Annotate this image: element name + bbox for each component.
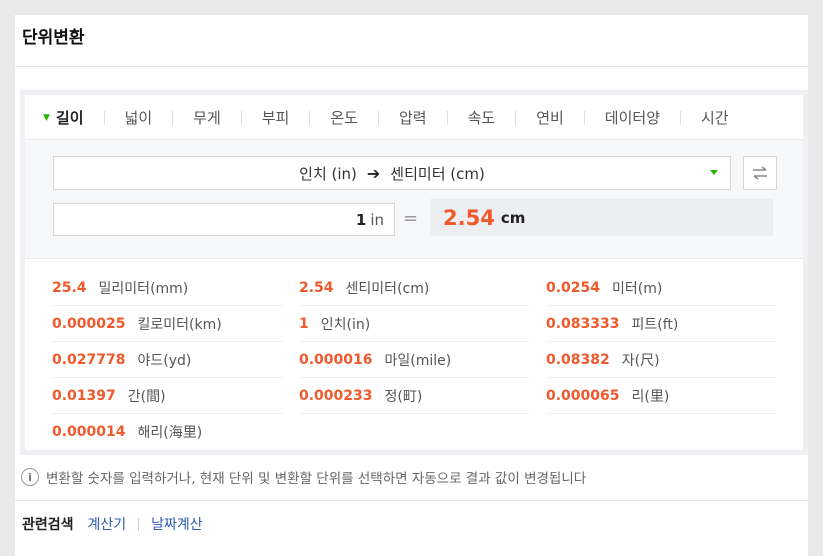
result-row: 0.000065 리(里) — [546, 378, 776, 414]
tab-label: 데이터양 — [604, 109, 660, 127]
result-value: 25.4 — [52, 279, 87, 296]
related-link-calculator[interactable]: 계산기 — [88, 514, 127, 534]
tab-separator — [446, 110, 448, 125]
tab-1[interactable]: 넓이 — [125, 107, 153, 128]
tab-8[interactable]: 데이터양 — [605, 107, 660, 128]
result-number: 2.54 — [443, 205, 495, 230]
result-value: 0.000233 — [299, 387, 373, 404]
result-unit-name: 밀리미터(mm) — [98, 280, 189, 297]
result-unit-name: 인치(in) — [320, 316, 371, 333]
result-box: 2.54 cm — [430, 199, 773, 236]
tab-5[interactable]: 압력 — [399, 107, 427, 128]
tab-7[interactable]: 연비 — [536, 107, 564, 128]
result-unit-name: 센티미터(cm) — [345, 280, 430, 297]
active-tab-marker-icon: ▼ — [43, 112, 50, 123]
input-number: 1 — [355, 210, 367, 229]
result-row: 0.000014 해리(海里) — [52, 414, 282, 450]
result-unit-name: 해리(海里) — [137, 425, 203, 441]
to-unit-label: 센티미터 (cm) — [390, 164, 485, 183]
tab-label: 부피 — [261, 109, 290, 127]
tab-separator — [172, 110, 174, 125]
result-row: 2.54 센티미터(cm) — [299, 270, 529, 306]
result-value: 0.000016 — [299, 351, 373, 368]
related-search: 관련검색 계산기 날짜계산 — [22, 514, 203, 534]
result-unit-name: 자(尺) — [621, 352, 660, 369]
tab-label: 무게 — [193, 109, 221, 127]
info-icon: i — [21, 468, 39, 486]
unit-pair-select[interactable]: 인치 (in) ➔ 센티미터 (cm) — [53, 156, 731, 190]
related-link-date-calc[interactable]: 날짜계산 — [151, 514, 203, 534]
result-unit-name: 피트(ft) — [631, 316, 679, 333]
result-value: 0.027778 — [52, 351, 126, 368]
result-row: 0.000233 정(町) — [299, 378, 529, 414]
tab-label: 연비 — [536, 109, 564, 127]
result-row: 0.000025 킬로미터(km) — [52, 306, 282, 342]
info-message: i 변환할 숫자를 입력하거나, 현재 단위 및 변환할 단위를 선택하면 자동… — [21, 467, 586, 487]
result-unit-name: 미터(m) — [612, 280, 663, 297]
tab-label: 속도 — [467, 109, 496, 127]
tab-0[interactable]: ▼ 길이 — [43, 107, 84, 128]
converter-inner: ▼ 길이 넓이 무게 부피 온도 압력 속도 연비 데이터양 시간 인치 (in) ➔ 센티미터 (… — [25, 95, 803, 450]
tab-separator — [583, 110, 585, 125]
input-unit: in — [370, 210, 384, 229]
tab-separator — [377, 110, 379, 125]
result-row: 1 인치(in) — [299, 306, 529, 342]
tab-separator — [240, 110, 242, 125]
dropdown-caret-icon — [710, 170, 718, 175]
tab-separator — [309, 110, 311, 125]
result-row: 0.0254 미터(m) — [546, 270, 776, 306]
tab-separator — [680, 110, 681, 125]
input-value-field[interactable]: 1 in — [53, 203, 395, 236]
result-unit-name: 킬로미터(km) — [137, 316, 222, 333]
tab-6[interactable]: 속도 — [468, 107, 496, 128]
tab-4[interactable]: 온도 — [330, 107, 358, 128]
swap-icon — [753, 166, 767, 180]
result-value: 0.000065 — [546, 387, 620, 404]
equals-sign: = — [403, 208, 419, 229]
converter-area: 인치 (in) ➔ 센티미터 (cm) 1 in = 2.54 cm — [25, 139, 803, 259]
tab-3[interactable]: 부피 — [262, 107, 290, 128]
swap-units-button[interactable] — [743, 156, 777, 190]
tab-separator — [103, 110, 105, 125]
tab-label: 시간 — [701, 109, 729, 127]
result-row: 0.083333 피트(ft) — [546, 306, 776, 342]
arrow-right-icon: ➔ — [366, 163, 381, 183]
result-value: 1 — [299, 315, 309, 332]
tab-label: 압력 — [398, 109, 427, 127]
result-value: 2.54 — [299, 279, 334, 296]
result-row: 0.000016 마일(mile) — [299, 342, 529, 378]
result-value: 0.000025 — [52, 315, 126, 332]
result-value: 0.083333 — [546, 315, 620, 332]
tab-9[interactable]: 시간 — [701, 107, 729, 128]
result-unit-name: 간(間) — [127, 388, 166, 405]
tab-label: 넓이 — [124, 109, 153, 127]
tab-2[interactable]: 무게 — [193, 107, 221, 128]
result-unit-name: 야드(yd) — [137, 352, 192, 369]
page-title: 단위변환 — [22, 28, 85, 48]
related-search-label: 관련검색 — [22, 517, 74, 533]
tab-label: 온도 — [330, 109, 358, 127]
divider — [15, 500, 808, 501]
card-header: 단위변환 — [15, 15, 808, 67]
result-value: 0.08382 — [546, 351, 610, 368]
result-value: 0.0254 — [546, 279, 601, 296]
tab-separator — [515, 110, 517, 125]
link-separator — [138, 517, 140, 531]
result-row: 0.01397 간(間) — [52, 378, 282, 414]
result-value: 0.000014 — [52, 424, 126, 440]
result-unit-name: 리(里) — [631, 388, 670, 405]
unit-converter-card: 단위변환 ▼ 길이 넓이 무게 부피 온도 압력 속도 연비 데이터양 시간 인치 (in) ➔ 센… — [15, 15, 808, 556]
from-unit-label: 인치 (in) — [299, 164, 357, 183]
converter-panel: ▼ 길이 넓이 무게 부피 온도 압력 속도 연비 데이터양 시간 인치 (in) ➔ 센티미터 (… — [20, 90, 808, 455]
category-tabs: ▼ 길이 넓이 무게 부피 온도 압력 속도 연비 데이터양 시간 — [25, 95, 803, 140]
result-unit-name: 마일(mile) — [384, 352, 452, 369]
tab-label: 길이 — [55, 109, 84, 127]
result-unit: cm — [500, 208, 526, 227]
result-row: 25.4 밀리미터(mm) — [52, 270, 282, 306]
result-row: 0.08382 자(尺) — [546, 342, 776, 378]
result-row: 0.027778 야드(yd) — [52, 342, 282, 378]
info-text: 변환할 숫자를 입력하거나, 현재 단위 및 변환할 단위를 선택하면 자동으로… — [46, 471, 587, 487]
result-unit-name: 정(町) — [384, 388, 423, 405]
result-value: 0.01397 — [52, 387, 116, 404]
